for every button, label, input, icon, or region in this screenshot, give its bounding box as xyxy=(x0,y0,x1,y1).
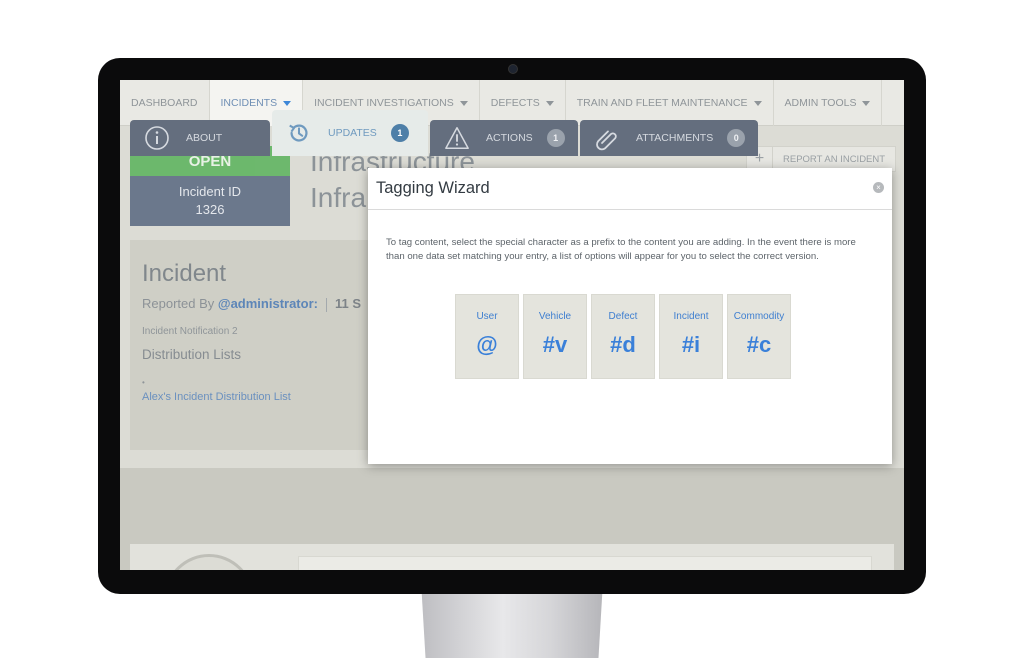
nav-item-admin-tools[interactable]: ADMIN TOOLS xyxy=(774,80,883,126)
incident-id-label: Incident ID xyxy=(178,184,242,199)
tab-attachments[interactable]: ATTACHMENTS 0 xyxy=(580,120,758,156)
tag-card-incident[interactable]: Incident #i xyxy=(659,294,723,379)
tab-updates[interactable]: UPDATES 1 xyxy=(272,110,428,156)
nav-item-label: TRAIN AND FLEET MAINTENANCE xyxy=(576,97,748,109)
incident-id-value: 1326 xyxy=(195,202,225,217)
chevron-down-icon xyxy=(283,100,292,106)
nav-item-label: INCIDENT INVESTIGATIONS xyxy=(314,97,454,109)
chevron-down-icon xyxy=(545,100,554,106)
monitor-stand xyxy=(421,594,603,658)
tagging-wizard-modal: Tagging Wizard × To tag content, select … xyxy=(368,168,892,464)
tag-card-user[interactable]: User @ xyxy=(455,294,519,379)
reported-by-line: Reported By @administrator: 11 S xyxy=(142,296,361,312)
warning-icon xyxy=(444,125,470,151)
tab-label: ABOUT xyxy=(186,132,223,144)
reported-by-label: Reported By xyxy=(142,296,215,311)
count-badge: 1 xyxy=(390,124,409,142)
tag-options: User @ Vehicle #v Defect #d Incident #i … xyxy=(455,294,791,379)
close-icon[interactable]: × xyxy=(873,182,884,193)
tab-about[interactable]: ABOUT xyxy=(130,120,270,156)
distribution-list-link[interactable]: Alex's Incident Distribution List xyxy=(142,391,292,404)
list-bullet: • xyxy=(142,377,145,387)
modal-title: Tagging Wizard xyxy=(376,179,490,197)
incident-panel: Incident Reported By @administrator: 11 S… xyxy=(130,240,370,450)
nav-item-label: DEFECTS xyxy=(490,97,540,109)
tag-symbol: #d xyxy=(610,332,636,357)
history-icon xyxy=(286,120,312,146)
incident-heading: Incident xyxy=(142,260,227,287)
report-incident-label: REPORT AN INCIDENT xyxy=(783,153,886,165)
chevron-down-icon xyxy=(459,100,468,106)
incident-id-box: Incident ID 1326 xyxy=(130,176,290,226)
distribution-lists-heading: Distribution Lists xyxy=(142,346,242,362)
count-badge: 1 xyxy=(546,129,565,147)
tab-label: ACTIONS xyxy=(486,132,533,144)
app-screen: DASHBOARD INCIDENTS INCIDENT INVESTIGATI… xyxy=(120,80,904,570)
chevron-down-icon xyxy=(753,100,762,106)
tag-name: Vehicle xyxy=(538,311,572,322)
reported-date: 11 S xyxy=(334,296,361,311)
paperclip-icon xyxy=(594,125,620,151)
info-icon xyxy=(144,125,170,151)
tag-symbol: @ xyxy=(476,332,498,357)
tab-label: UPDATES xyxy=(328,127,377,139)
divider xyxy=(325,297,327,312)
nav-item-label: ADMIN TOOLS xyxy=(784,97,857,109)
monitor-frame: DASHBOARD INCIDENTS INCIDENT INVESTIGATI… xyxy=(98,58,926,594)
nav-item-label: INCIDENTS xyxy=(220,97,278,109)
tag-name: Defect xyxy=(608,311,638,322)
tag-symbol: #v xyxy=(542,332,568,357)
tag-symbol: #c xyxy=(746,332,772,357)
tag-card-commodity[interactable]: Commodity #c xyxy=(727,294,791,379)
reported-by-user-link[interactable]: @administrator: xyxy=(218,296,318,311)
tag-name: Commodity xyxy=(733,311,785,322)
tab-actions[interactable]: ACTIONS 1 xyxy=(430,120,578,156)
tag-card-defect[interactable]: Defect #d xyxy=(591,294,655,379)
page-subtitle: Infra xyxy=(310,182,367,213)
tag-name: User xyxy=(476,311,498,322)
tab-label: ATTACHMENTS xyxy=(636,132,714,144)
notification-text: Incident Notification 2 xyxy=(142,325,238,337)
modal-header: Tagging Wizard × xyxy=(368,168,892,210)
tag-symbol: #i xyxy=(681,332,701,357)
tag-card-vehicle[interactable]: Vehicle #v xyxy=(523,294,587,379)
tag-name: Incident xyxy=(673,311,709,322)
update-card xyxy=(298,556,872,570)
chevron-down-icon xyxy=(862,100,871,106)
count-badge: 0 xyxy=(727,129,746,147)
modal-instructions: To tag content, select the special chara… xyxy=(386,237,856,262)
camera-icon xyxy=(508,64,518,74)
nav-item-label: DASHBOARD xyxy=(131,97,198,109)
